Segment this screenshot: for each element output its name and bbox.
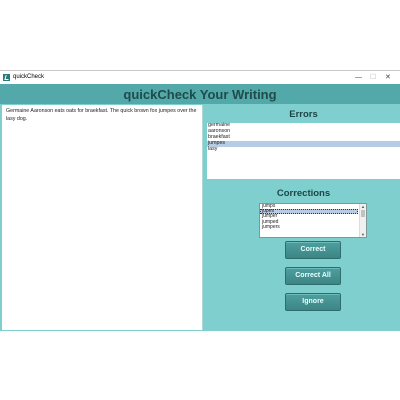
corrections-scrollbar[interactable]: ▲ ▼: [359, 204, 366, 237]
window-title: quickCheck: [13, 74, 45, 80]
scroll-down-icon[interactable]: ▼: [361, 232, 365, 237]
minimize-icon[interactable]: —: [355, 73, 362, 82]
maximize-icon[interactable]: ☐: [370, 73, 376, 82]
corrections-title: Corrections: [276, 188, 331, 199]
correct-button[interactable]: Correct: [285, 241, 341, 259]
ignore-button[interactable]: Ignore: [285, 293, 341, 311]
correct-all-button[interactable]: Correct All: [285, 267, 341, 285]
app-title: quickCheck Your Writing: [123, 87, 277, 102]
app-logo-icon: [3, 74, 10, 81]
corrections-list[interactable]: jumps jupes jumper jumped jumpers ▲ ▼: [259, 203, 367, 238]
scroll-up-icon[interactable]: ▲: [361, 204, 365, 209]
close-icon[interactable]: ✕: [385, 73, 391, 82]
text-editor[interactable]: Germaine Aaronson eats oats for braekfas…: [2, 105, 203, 330]
errors-title: Errors: [289, 109, 318, 120]
correction-item[interactable]: jumpers: [260, 224, 358, 230]
app-window: quickCheck — ☐ ✕ quickCheck Your Writing…: [0, 70, 400, 331]
title-bar: quickCheck — ☐ ✕: [0, 71, 400, 84]
scroll-thumb[interactable]: [361, 210, 365, 217]
editor-text[interactable]: Germaine Aaronson eats oats for braekfas…: [2, 105, 202, 125]
errors-list[interactable]: germaine aaronson braekfast jumpes lasy: [207, 122, 400, 179]
error-item[interactable]: lasy: [207, 146, 400, 153]
